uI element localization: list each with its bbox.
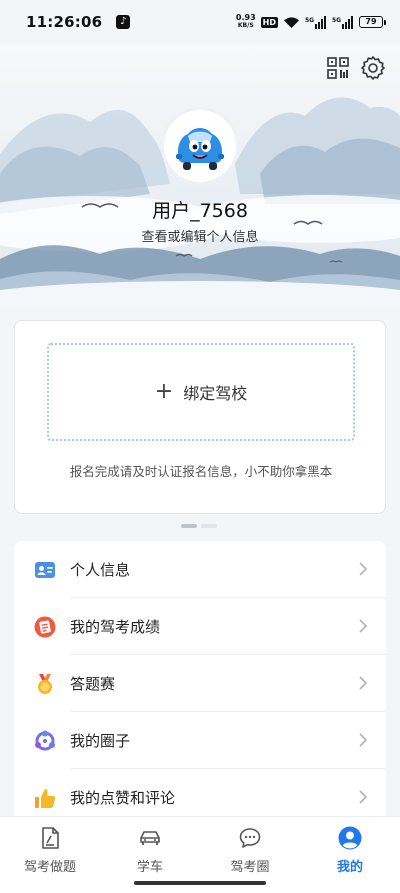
exam-doc-icon bbox=[42, 827, 59, 849]
signal-icon-2: 5G bbox=[332, 15, 353, 29]
carousel-indicator bbox=[181, 524, 217, 528]
battery-level: 79 bbox=[359, 16, 383, 28]
nav-label: 驾考做题 bbox=[23, 860, 76, 875]
bottom-nav: 驾考做题 学车 驾考圈 我的 bbox=[0, 816, 400, 893]
hd-badge: HD bbox=[260, 16, 278, 28]
avatar[interactable] bbox=[164, 110, 236, 182]
gear-icon[interactable] bbox=[360, 55, 386, 81]
menu-label: 我的驾考成绩 bbox=[70, 618, 161, 636]
wifi-icon bbox=[284, 16, 299, 28]
status-bar: 11:26:06 ♪ 0.93 KB/S HD 5G 5G 79 bbox=[0, 0, 400, 44]
chevron-right-icon bbox=[359, 733, 368, 747]
menu-label: 答题赛 bbox=[70, 675, 116, 693]
tiktok-icon: ♪ bbox=[116, 15, 131, 29]
menu-label: 我的点赞和评论 bbox=[70, 789, 176, 807]
menu-item-my-circles[interactable]: 我的圈子 bbox=[14, 712, 386, 769]
nav-label: 驾考圈 bbox=[230, 860, 270, 875]
plus-icon: + bbox=[154, 379, 174, 404]
qr-code-icon[interactable] bbox=[326, 56, 350, 80]
network-speed-value: 0.93 bbox=[235, 13, 256, 22]
car-mascot-icon bbox=[164, 110, 236, 182]
status-icons: 0.93 KB/S HD 5G 5G 79 bbox=[236, 14, 386, 30]
svg-text:5G: 5G bbox=[305, 17, 314, 24]
chat-bubble-icon bbox=[239, 828, 261, 848]
network-speed-unit: KB/S bbox=[237, 22, 254, 29]
username[interactable]: 用户_7568 bbox=[0, 196, 400, 223]
bind-hint-text: 报名完成请及时认证报名信息，小不助你拿黑本 bbox=[69, 464, 333, 479]
network-speed: 0.93 KB/S bbox=[236, 14, 256, 30]
signal-icon: 5G bbox=[305, 15, 326, 29]
nav-label: 我的 bbox=[336, 860, 363, 875]
thumbs-up-icon bbox=[34, 787, 56, 809]
carousel-dot bbox=[201, 524, 217, 528]
menu-label: 我的圈子 bbox=[70, 732, 131, 750]
bind-school-label: 绑定驾校 bbox=[183, 384, 248, 403]
chevron-right-icon bbox=[359, 790, 368, 804]
home-indicator[interactable] bbox=[134, 881, 266, 885]
chevron-right-icon bbox=[359, 562, 368, 576]
edit-profile-link[interactable]: 查看或编辑个人信息 bbox=[0, 226, 400, 245]
medal-icon bbox=[34, 673, 56, 695]
menu-item-personal-info[interactable]: 个人信息 bbox=[14, 541, 386, 598]
status-time: 11:26:06 bbox=[26, 13, 103, 31]
nav-label: 学车 bbox=[136, 860, 163, 875]
menu-label: 个人信息 bbox=[70, 561, 131, 579]
carousel-dot-active bbox=[181, 524, 197, 528]
menu-item-exam-scores[interactable]: 我的驾考成绩 bbox=[14, 598, 386, 655]
circle-group-icon bbox=[34, 730, 56, 752]
profile-icon bbox=[338, 826, 362, 850]
score-report-icon bbox=[34, 616, 56, 638]
bind-school-card: + 绑定驾校 报名完成请及时认证报名信息，小不助你拿黑本 bbox=[14, 320, 386, 514]
tab-mine[interactable]: 我的 bbox=[300, 817, 400, 893]
menu-list: 个人信息 我的驾考成绩 答题赛 我的圈子 我的点赞和评论 bbox=[14, 541, 386, 821]
car-icon bbox=[140, 831, 160, 845]
bind-school-button[interactable]: + 绑定驾校 bbox=[47, 343, 355, 441]
chevron-right-icon bbox=[359, 676, 368, 690]
menu-item-likes-comments[interactable]: 我的点赞和评论 bbox=[14, 769, 386, 821]
profile-header: 用户_7568 查看或编辑个人信息 bbox=[0, 44, 400, 306]
battery-icon: 79 bbox=[359, 16, 386, 28]
menu-item-quiz-contest[interactable]: 答题赛 bbox=[14, 655, 386, 712]
tab-exam-practice[interactable]: 驾考做题 bbox=[0, 817, 100, 893]
chevron-right-icon bbox=[359, 619, 368, 633]
id-card-icon bbox=[34, 559, 56, 581]
svg-text:5G: 5G bbox=[332, 17, 341, 24]
